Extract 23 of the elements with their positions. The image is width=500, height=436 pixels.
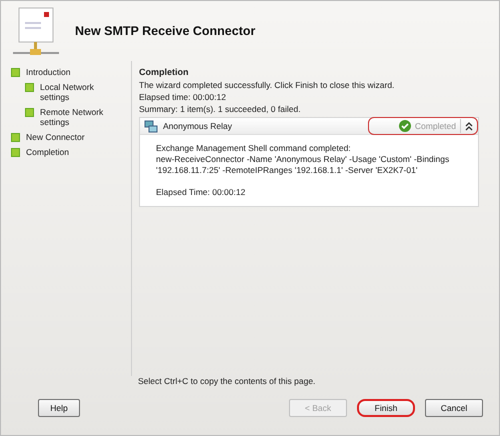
check-icon [398, 120, 411, 132]
connector-icon [144, 120, 158, 132]
page-heading: Completion [139, 67, 190, 77]
summary-text: Summary: 1 item(s). 1 succeeded, 0 failed. [139, 103, 302, 115]
window-title: New SMTP Receive Connector [75, 24, 256, 38]
elapsed-text: Elapsed Time: 00:00:12 [156, 187, 246, 198]
task-name: Anonymous Relay [163, 121, 233, 131]
command-output: Exchange Management Shell command completed: [156, 143, 352, 154]
collapse-icon [465, 122, 473, 130]
step-label: Introduction [26, 67, 70, 77]
wizard-button[interactable]: Finish [357, 399, 415, 417]
step-icon [25, 108, 34, 117]
step-label: Local Network settings [40, 82, 95, 102]
wizard-button[interactable]: Cancel [425, 399, 483, 417]
summary-text: The wizard completed successfully. Click Finish to close this wizard. [139, 79, 396, 91]
help-button[interactable]: Help [38, 399, 80, 417]
status-text: Completed [414, 121, 456, 131]
step-label: Remote Network settings [40, 107, 104, 127]
step-label: New Connector [26, 132, 85, 142]
command-output: new-ReceiveConnector -Name 'Anonymous Relay' -Usage 'Custom' -Bindings '192.168.11.7:25' -RemoteIPRanges '192.168.1.1' -Server 'EX2K7-01' [156, 154, 450, 176]
step-label: Completion [26, 147, 69, 157]
hint-text: Select Ctrl+C to copy the contents of this page. [137, 376, 316, 388]
summary-text: Elapsed time: 00:00:12 [139, 91, 227, 103]
